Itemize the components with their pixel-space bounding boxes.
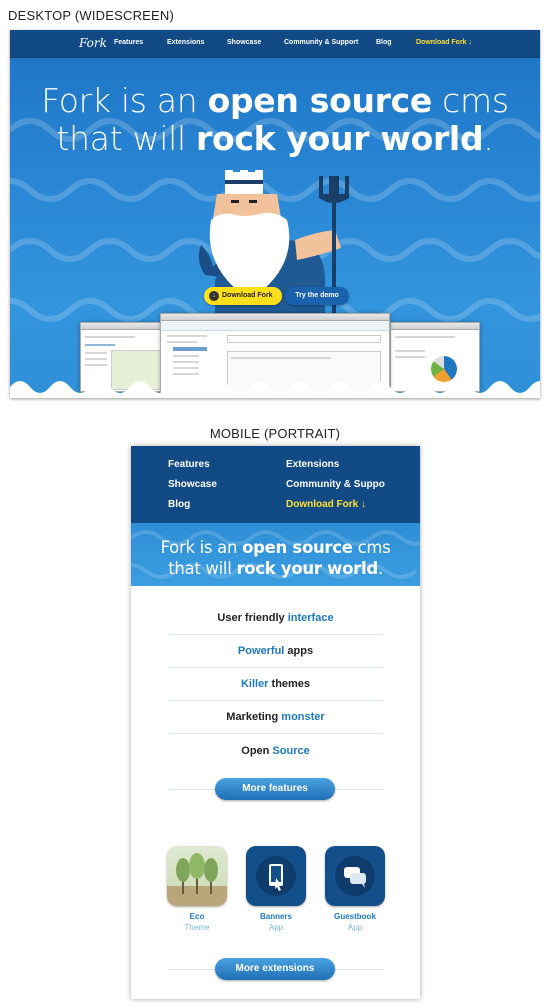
mobile-nav-showcase[interactable]: Showcase bbox=[168, 479, 217, 490]
mobile-hero: Fork is an open source cms that will roc… bbox=[131, 523, 420, 586]
nav-features[interactable]: Features bbox=[114, 39, 143, 46]
feature-item: Marketing monster bbox=[168, 701, 383, 734]
desktop-screenshot: Fork Features Extensions Showcase Commun… bbox=[10, 30, 540, 398]
mobile-nav-extensions[interactable]: Extensions bbox=[286, 459, 339, 470]
mobile-nav-features[interactable]: Features bbox=[168, 459, 210, 470]
nav-community[interactable]: Community & Support bbox=[284, 39, 358, 46]
desktop-nav-bar: Fork Features Extensions Showcase Commun… bbox=[10, 30, 540, 58]
feature-item: Powerful apps bbox=[168, 635, 383, 668]
app-type: Theme bbox=[184, 923, 210, 932]
nav-blog[interactable]: Blog bbox=[376, 39, 392, 46]
app-type: App bbox=[347, 923, 363, 932]
mobile-screenshot: Features Extensions Showcase Community &… bbox=[131, 446, 420, 999]
nav-showcase[interactable]: Showcase bbox=[227, 39, 261, 46]
guestbook-app-icon bbox=[325, 846, 385, 906]
feature-item: Open Source bbox=[241, 745, 310, 757]
download-fork-button[interactable]: ↓ Download Fork bbox=[204, 287, 282, 305]
desktop-caption: DESKTOP (WIDESCREEN) bbox=[8, 8, 175, 23]
feature-item: Killer themes bbox=[168, 668, 383, 701]
download-fork-label: Download Fork bbox=[222, 292, 273, 299]
download-arrow-icon: ↓ bbox=[209, 291, 219, 301]
try-demo-button[interactable]: Try the demo bbox=[285, 287, 349, 305]
app-banners[interactable]: Banners App bbox=[246, 846, 306, 932]
nav-download[interactable]: Download Fork ↓ bbox=[416, 39, 472, 46]
feature-item: User friendly interface bbox=[168, 602, 383, 635]
fork-logo[interactable]: Fork bbox=[79, 36, 107, 50]
eco-theme-icon bbox=[167, 846, 227, 906]
app-type: App bbox=[268, 923, 284, 932]
nav-extensions[interactable]: Extensions bbox=[167, 39, 204, 46]
more-features-button[interactable]: More features bbox=[215, 778, 335, 800]
desktop-headline: Fork is an open source cms that will roc… bbox=[41, 81, 509, 158]
app-eco[interactable]: Eco Theme bbox=[167, 846, 227, 932]
app-name: Banners bbox=[259, 912, 292, 921]
mobile-nav-community[interactable]: Community & Suppo bbox=[286, 479, 385, 490]
app-name: Eco bbox=[189, 912, 205, 921]
mobile-caption: MOBILE (PORTRAIT) bbox=[209, 426, 341, 441]
app-guestbook[interactable]: Guestbook App bbox=[325, 846, 385, 932]
app-name: Guestbook bbox=[334, 912, 376, 921]
mobile-nav: Features Extensions Showcase Community &… bbox=[131, 446, 420, 523]
mobile-nav-download[interactable]: Download Fork ↓ bbox=[286, 499, 366, 510]
banners-app-icon bbox=[246, 846, 306, 906]
more-extensions-button[interactable]: More extensions bbox=[215, 958, 335, 980]
mobile-nav-blog[interactable]: Blog bbox=[168, 499, 190, 510]
bottom-waves bbox=[10, 381, 540, 398]
mobile-headline: Fork is an open source cms that will roc… bbox=[160, 538, 391, 578]
